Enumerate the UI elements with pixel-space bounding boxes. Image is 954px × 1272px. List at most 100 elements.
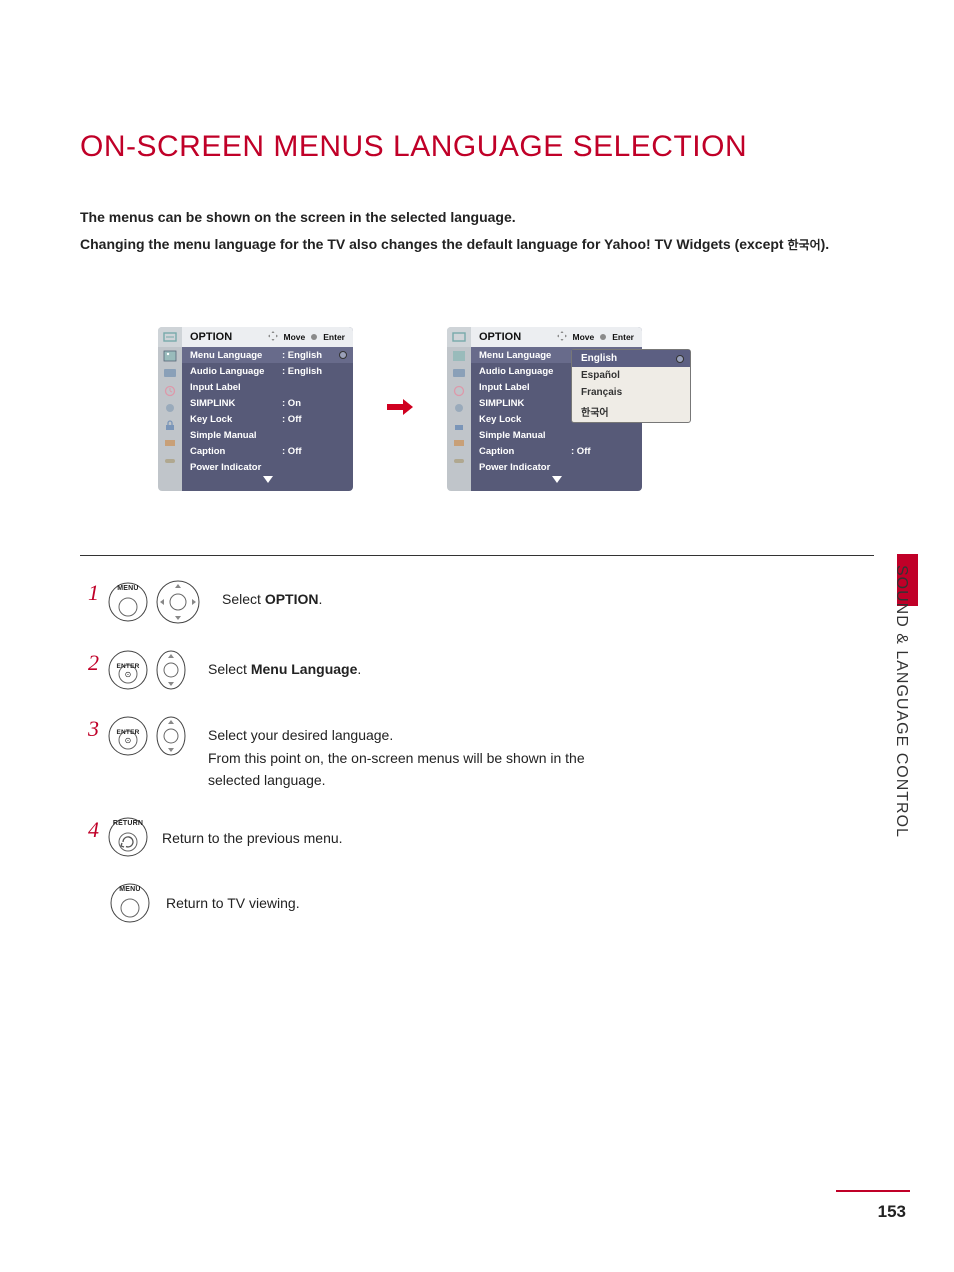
intro-line2b: ). <box>821 236 830 252</box>
row-label: Input Label <box>479 382 571 393</box>
menu-row-power-indicator[interactable]: Power Indicator <box>182 459 353 475</box>
aspect-icon <box>447 327 471 347</box>
t: Select <box>208 661 251 677</box>
menu-row-menu-language[interactable]: Menu Language : English <box>182 347 353 363</box>
menu-panels: OPTION Move Enter Menu Language : Englis… <box>80 327 874 491</box>
menu-row-input-label[interactable]: Input Label <box>182 379 353 395</box>
row-enter-icon <box>676 355 684 363</box>
dropdown-item-english[interactable]: English <box>572 350 690 367</box>
page-title: ON-SCREEN MENUS LANGUAGE SELECTION <box>80 130 874 164</box>
return-button[interactable]: RETURN <box>108 817 148 857</box>
section-divider <box>80 555 874 556</box>
usb-icon <box>447 452 471 470</box>
step-2: 2 ENTER ⊙ Select Menu Language. <box>88 650 874 690</box>
enter-button[interactable]: ENTER ⊙ <box>108 716 148 756</box>
row-label: Power Indicator <box>479 462 571 473</box>
menu-header-title: OPTION <box>190 331 232 343</box>
t: Select your desired language. <box>208 727 393 743</box>
menu-row-simple-manual[interactable]: Simple Manual <box>471 427 642 443</box>
step-number: 4 <box>88 819 104 841</box>
step-text: Return to the previous menu. <box>162 817 343 849</box>
step-3: 3 ENTER ⊙ Select your desired language. … <box>88 716 874 791</box>
row-label: Key Lock <box>479 414 571 425</box>
picture-icon <box>447 347 471 365</box>
move-icon <box>557 331 567 343</box>
t: From this point on, the on-screen menus … <box>208 750 585 788</box>
enter-dot-icon <box>600 334 606 340</box>
menu-button[interactable]: MENU <box>108 582 148 622</box>
row-label: Menu Language <box>479 350 571 361</box>
row-label: Power Indicator <box>190 462 282 473</box>
language-dropdown[interactable]: English Español Français 한국어 <box>571 349 691 423</box>
audio-icon <box>447 365 471 383</box>
enter-dot-icon: ⊙ <box>108 736 148 745</box>
row-value: : Off <box>282 414 302 425</box>
option-menu-before: OPTION Move Enter Menu Language : Englis… <box>158 327 353 491</box>
dropdown-item-francais[interactable]: Français <box>572 384 690 401</box>
lock-icon <box>158 417 182 435</box>
step-menu-exit: MENU Return to TV viewing. <box>110 883 874 923</box>
dpad-updown[interactable] <box>156 716 186 756</box>
step-number: 2 <box>88 652 104 674</box>
step-text: Return to TV viewing. <box>166 895 300 911</box>
button-label: MENU <box>108 585 148 592</box>
menu-row-simplink[interactable]: SIMPLINK: On <box>182 395 353 411</box>
row-label: Menu Language <box>190 350 282 361</box>
row-label: SIMPLINK <box>190 398 282 409</box>
menu-row-key-lock[interactable]: Key Lock: Off <box>182 411 353 427</box>
option-icon <box>447 400 471 418</box>
dropdown-item-espanol[interactable]: Español <box>572 367 690 384</box>
menu-side-icons <box>447 327 471 491</box>
menu-row-caption[interactable]: Caption: Off <box>182 443 353 459</box>
button-label: ENTER <box>108 729 148 736</box>
button-label: MENU <box>110 886 150 893</box>
menu-button[interactable]: MENU <box>110 883 150 923</box>
menu-row-simple-manual[interactable]: Simple Manual <box>182 427 353 443</box>
row-label: Simple Manual <box>479 430 571 441</box>
input-icon <box>447 435 471 453</box>
enter-dot-icon <box>311 334 317 340</box>
dpad-full[interactable] <box>156 580 200 624</box>
step-text: Select your desired language. From this … <box>208 716 588 791</box>
menu-row-audio-language[interactable]: Audio Language: English <box>182 363 353 379</box>
move-icon <box>268 331 278 343</box>
option-icon <box>158 400 182 418</box>
t: Select <box>222 591 265 607</box>
input-icon <box>158 435 182 453</box>
step-number: 1 <box>88 582 104 604</box>
audio-icon <box>158 365 182 383</box>
enter-label: Enter <box>323 332 345 342</box>
row-enter-icon <box>339 351 347 359</box>
page-number: 153 <box>878 1202 906 1222</box>
steps: 1 MENU Select OPTION. 2 ENTER <box>80 580 874 923</box>
row-value: : English <box>282 366 322 377</box>
menu-header-title: OPTION <box>479 331 521 343</box>
aspect-icon <box>158 327 182 347</box>
t: . <box>318 591 322 607</box>
row-label: Audio Language <box>479 366 571 377</box>
move-label: Move <box>284 332 306 342</box>
enter-button[interactable]: ENTER ⊙ <box>108 650 148 690</box>
step-4: 4 RETURN Return to the previous menu. <box>88 817 874 857</box>
row-label: Input Label <box>190 382 282 393</box>
page-number-rule <box>836 1190 910 1192</box>
dropdown-item-korean[interactable]: 한국어 <box>572 401 690 422</box>
enter-dot-icon: ⊙ <box>108 670 148 679</box>
intro-line1: The menus can be shown on the screen in … <box>80 209 516 225</box>
time-icon <box>158 382 182 400</box>
menu-header: OPTION Move Enter <box>471 327 642 347</box>
row-label: Audio Language <box>190 366 282 377</box>
button-label: ENTER <box>108 663 148 670</box>
row-value: : Off <box>571 446 591 457</box>
step-text: Select Menu Language. <box>208 650 361 680</box>
menu-row-power-indicator[interactable]: Power Indicator <box>471 459 642 475</box>
dpad-updown[interactable] <box>156 650 186 690</box>
button-label: RETURN <box>108 820 148 827</box>
intro-text: The menus can be shown on the screen in … <box>80 204 874 257</box>
intro-korean: 한국어 <box>787 238 820 252</box>
row-label: Simple Manual <box>190 430 282 441</box>
picture-icon <box>158 347 182 365</box>
menu-row-caption[interactable]: Caption: Off <box>471 443 642 459</box>
option-menu-after-wrap: OPTION Move Enter Menu Language: En Audi… <box>447 327 642 491</box>
step-text: Select OPTION. <box>222 580 322 610</box>
